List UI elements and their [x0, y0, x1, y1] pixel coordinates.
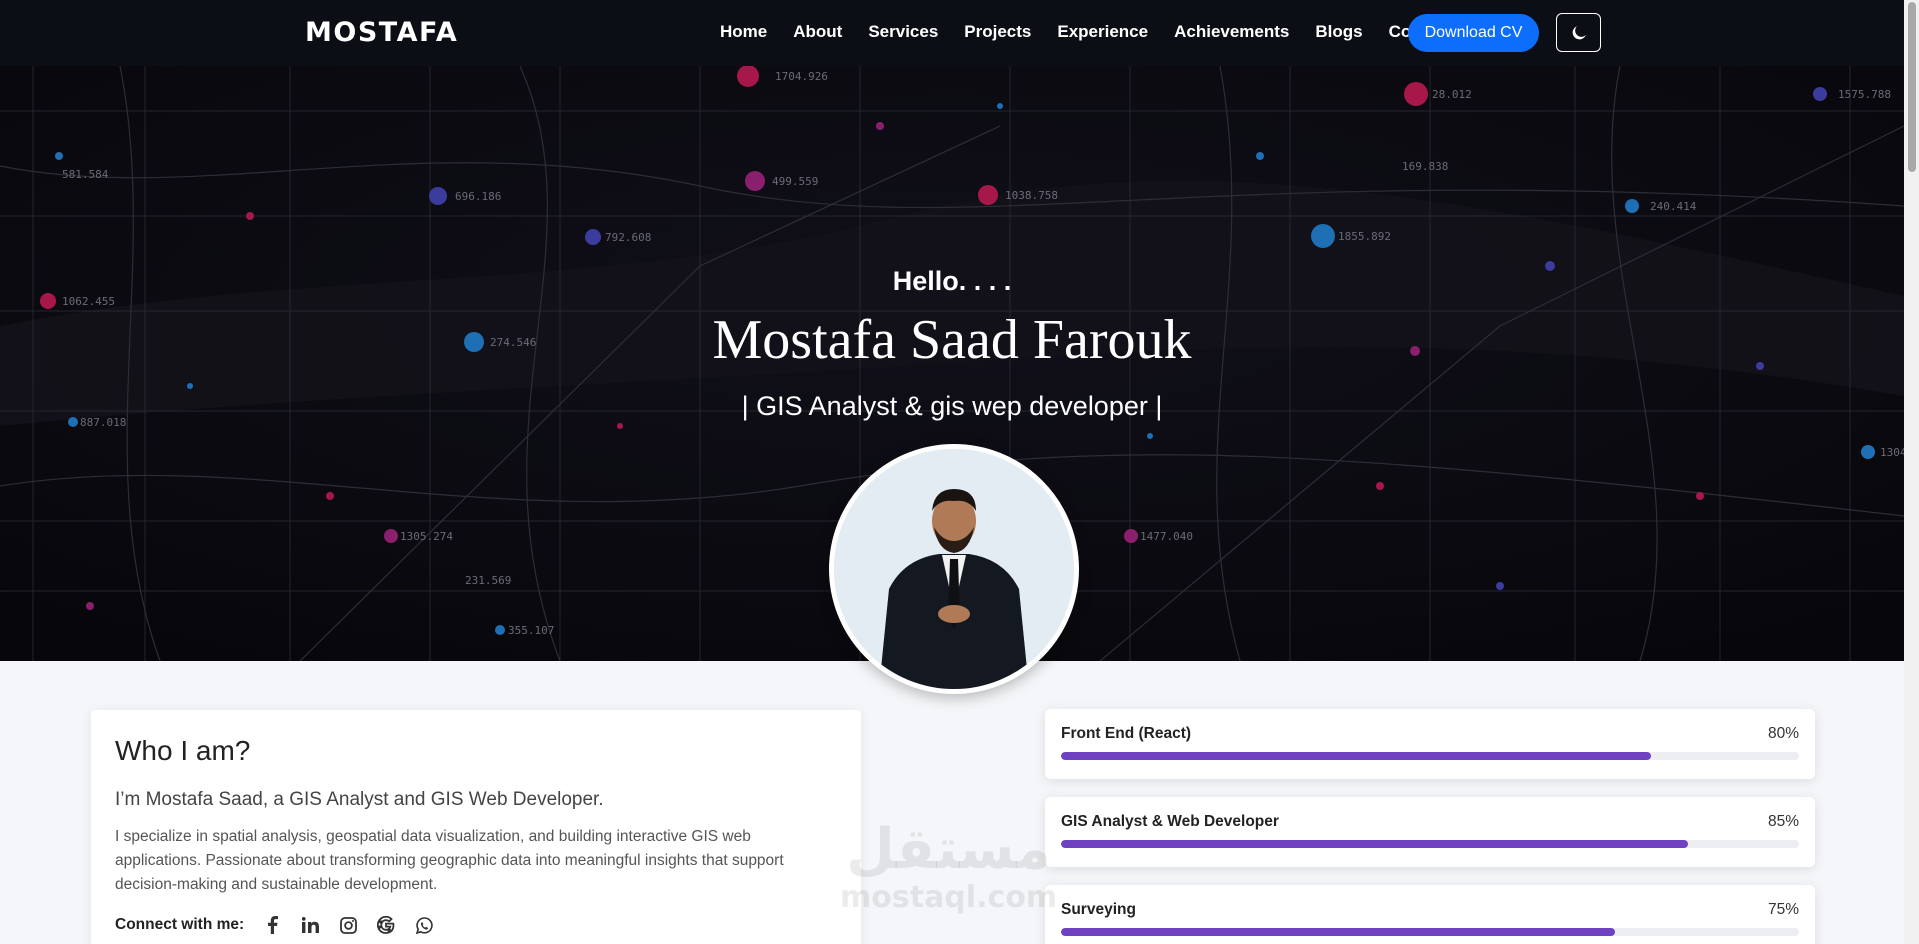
skill-progress-track — [1061, 840, 1799, 848]
map-label: 1305.274 — [400, 530, 453, 543]
linkedin-icon[interactable] — [300, 915, 320, 935]
map-label: 1855.892 — [1338, 230, 1391, 243]
profile-photo — [834, 449, 1074, 689]
avatar — [829, 444, 1079, 694]
map-label: 169.838 — [1402, 160, 1448, 173]
map-label: 240.414 — [1650, 200, 1697, 213]
skill-card: GIS Analyst & Web Developer 85% — [1045, 797, 1815, 867]
map-label: 1477.040 — [1140, 530, 1193, 543]
skill-progress-fill — [1061, 752, 1652, 760]
map-label: 696.186 — [455, 190, 501, 203]
map-label: 792.608 — [605, 231, 651, 244]
skill-name: Front End (React) — [1061, 725, 1192, 742]
watermark-arabic: مستقل — [846, 817, 1051, 882]
hero-greeting: Hello. . . . — [892, 266, 1012, 296]
map-label: 1304 — [1880, 446, 1904, 459]
nav-blogs[interactable]: Blogs — [1315, 22, 1362, 42]
map-label: 1038.758 — [1005, 189, 1058, 202]
skill-progress-fill — [1061, 840, 1689, 848]
nav-achievements[interactable]: Achievements — [1174, 22, 1289, 42]
watermark: مستقل mostaql.com — [840, 817, 1058, 916]
about-intro: I’m Mostafa Saad, a GIS Analyst and GIS … — [115, 789, 604, 810]
skill-percent: 85% — [1767, 813, 1799, 830]
skill-name: Surveying — [1061, 901, 1136, 918]
instagram-icon[interactable] — [338, 915, 358, 935]
map-label: 231.569 — [465, 574, 511, 587]
map-label: 499.559 — [772, 175, 818, 188]
connect-label: Connect with me: — [115, 916, 245, 933]
skill-name: GIS Analyst & Web Developer — [1061, 813, 1279, 830]
skill-percent: 75% — [1767, 901, 1799, 918]
nav-experience[interactable]: Experience — [1057, 22, 1148, 42]
about-description: I specialize in spatial analysis, geospa… — [115, 828, 784, 893]
skill-percent: 80% — [1767, 725, 1799, 742]
map-label: 28.012 — [1432, 88, 1472, 101]
scrollbar-thumb[interactable] — [1908, 2, 1916, 172]
map-label: 581.584 — [62, 168, 109, 181]
watermark-latin: mostaql.com — [840, 880, 1058, 915]
nav-services[interactable]: Services — [868, 22, 938, 42]
skill-progress-fill — [1061, 928, 1615, 936]
skill-card: Front End (React) 80% — [1045, 709, 1815, 779]
skill-card: Surveying 75% — [1045, 885, 1815, 944]
brand-logo[interactable]: MOSTAFA — [305, 17, 458, 48]
nav-projects[interactable]: Projects — [964, 22, 1031, 42]
social-links: Connect with me: — [115, 915, 837, 935]
download-cv-button[interactable]: Download CV — [1408, 14, 1539, 52]
nav-home[interactable]: Home — [720, 22, 767, 42]
about-title: Who I am? — [115, 735, 251, 766]
map-label: 1704.926 — [775, 70, 828, 83]
navbar: MOSTAFA Home About Services Projects Exp… — [0, 0, 1904, 66]
skill-progress-track — [1061, 752, 1799, 760]
nav-links: Home About Services Projects Experience … — [720, 22, 1478, 42]
page-scrollbar[interactable] — [1904, 0, 1919, 944]
theme-toggle-button[interactable] — [1556, 13, 1601, 52]
google-icon[interactable] — [376, 915, 396, 935]
hero-name: Mostafa Saad Farouk — [712, 309, 1192, 371]
map-label: 355.107 — [508, 624, 554, 637]
skill-progress-track — [1061, 928, 1799, 936]
hero-role: | GIS Analyst & gis wep developer | — [741, 391, 1163, 421]
about-card: Who I am? I’m Mostafa Saad, a GIS Analys… — [91, 710, 861, 944]
facebook-icon[interactable] — [262, 915, 282, 935]
moon-icon — [1572, 25, 1586, 39]
nav-about[interactable]: About — [793, 22, 842, 42]
whatsapp-icon[interactable] — [414, 915, 434, 935]
map-label: 1575.788 — [1838, 88, 1891, 101]
